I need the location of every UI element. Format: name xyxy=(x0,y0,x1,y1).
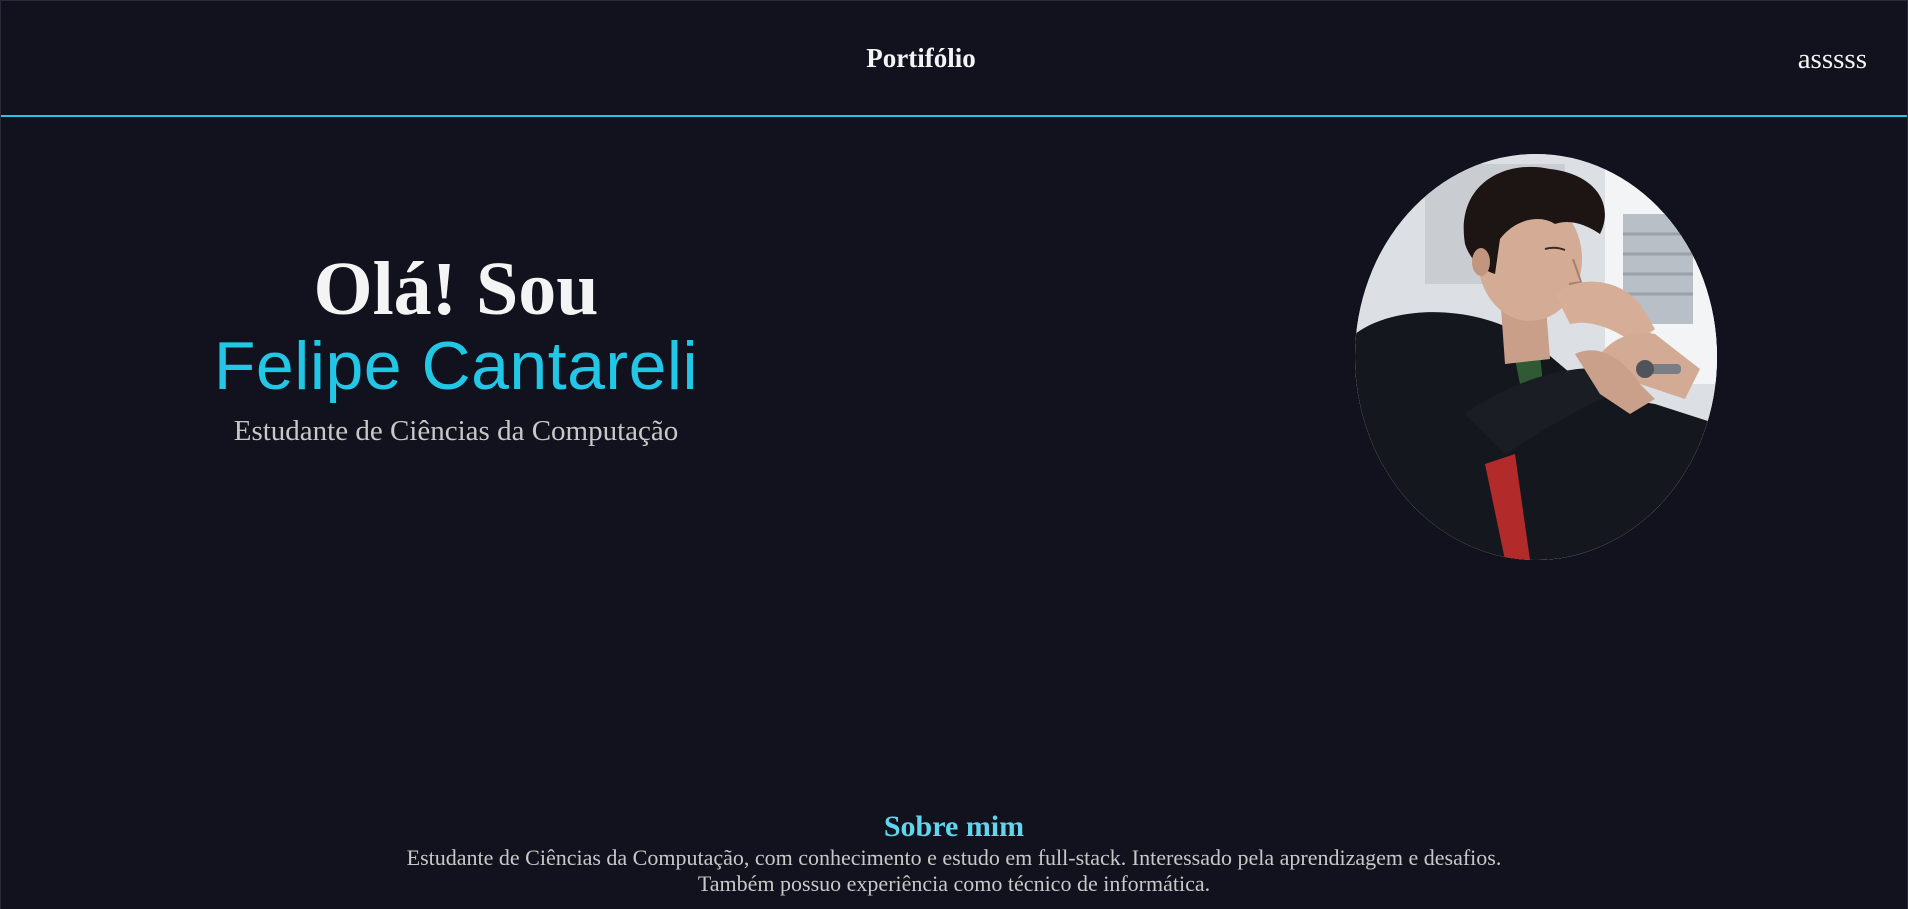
about-section: Sobre mim Estudante de Ciências da Compu… xyxy=(1,809,1907,897)
site-header: Portifólio asssss xyxy=(1,1,1907,117)
hero-role: Estudante de Ciências da Computação xyxy=(233,415,679,447)
nav-link[interactable]: asssss xyxy=(1798,42,1867,76)
hero-greeting: Olá! Sou xyxy=(313,247,599,331)
site-brand: Portifólio xyxy=(866,43,976,73)
about-text: Estudante de Ciências da Computação, com… xyxy=(406,845,1502,896)
hero-intro: Olá! Sou Felipe Cantareli Estudante de C… xyxy=(151,249,761,449)
profile-photo xyxy=(1355,154,1717,560)
about-title: Sobre mim xyxy=(883,810,1025,843)
hero-name: Felipe Cantareli xyxy=(213,328,699,404)
portfolio-page: Portifólio asssss Olá! Sou Felipe Cantar… xyxy=(0,0,1908,909)
